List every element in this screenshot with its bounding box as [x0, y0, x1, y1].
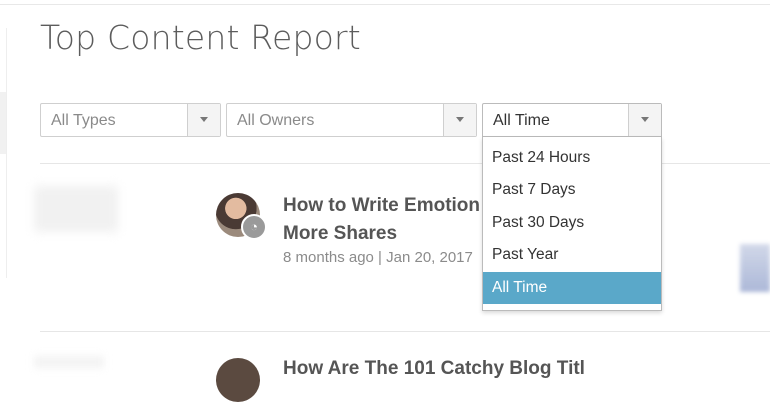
blurred-share-counts	[740, 244, 770, 292]
blurred-thumbnail	[34, 186, 118, 232]
chevron-down-icon	[200, 117, 208, 122]
top-divider	[0, 4, 770, 5]
owner-filter-value: All Owners	[237, 112, 315, 129]
blurred-thumbnail	[34, 356, 104, 368]
type-filter-select[interactable]: All Types	[40, 103, 221, 137]
type-filter-toggle[interactable]	[187, 104, 220, 136]
time-option-past-24-hours[interactable]: Past 24 Hours	[483, 142, 661, 174]
post-title-link[interactable]: How Are The 101 Catchy Blog Titl	[283, 358, 585, 380]
time-filter-value: All Time	[493, 112, 550, 129]
owner-filter-select[interactable]: All Owners	[226, 103, 477, 137]
post-title-line1: How to Write Emotion	[283, 195, 481, 216]
post-meta: 8 months ago | Jan 20, 2017	[283, 249, 473, 266]
post-title-line2: More Shares	[283, 223, 398, 244]
time-filter-toggle[interactable]	[628, 104, 661, 136]
left-panel-tab	[0, 92, 6, 154]
list-divider	[40, 331, 770, 332]
owner-filter-toggle[interactable]	[443, 104, 476, 136]
author-avatar[interactable]	[216, 358, 260, 402]
time-option-all-time[interactable]: All Time	[483, 272, 661, 304]
page-title: Top Content Report	[40, 18, 361, 57]
left-panel-edge	[6, 28, 7, 278]
rss-icon: ◔	[241, 214, 267, 240]
time-filter-menu: Past 24 Hours Past 7 Days Past 30 Days P…	[482, 137, 662, 311]
time-option-past-7-days[interactable]: Past 7 Days	[483, 174, 661, 206]
type-filter-value: All Types	[51, 112, 116, 129]
time-filter-select[interactable]: All Time	[482, 103, 662, 137]
chevron-down-icon	[641, 117, 649, 122]
time-option-past-year[interactable]: Past Year	[483, 239, 661, 271]
time-option-past-30-days[interactable]: Past 30 Days	[483, 207, 661, 239]
chevron-down-icon	[456, 117, 464, 122]
